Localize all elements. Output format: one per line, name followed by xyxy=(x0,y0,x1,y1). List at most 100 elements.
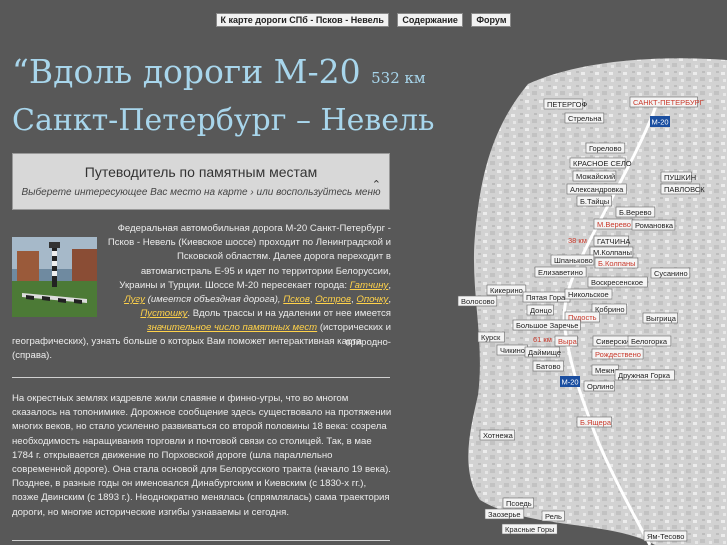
map-place-label: Батово xyxy=(536,362,561,371)
intro-text: Федеральная автомобильная дорога М-20 Са… xyxy=(107,223,391,348)
map-place[interactable]: Воскресенское xyxy=(587,276,648,288)
map-place[interactable]: Заозерье xyxy=(484,508,525,520)
map-place[interactable]: Курск xyxy=(477,331,505,343)
map-place-label: Елизаветино xyxy=(538,268,583,277)
map-place-label: ПАВЛОВСК xyxy=(664,185,705,194)
map-place-label: ГАТЧИНА xyxy=(597,237,630,246)
map-place[interactable]: САНКТ-ПЕТЕРБУРГ xyxy=(629,96,704,108)
title-text: “Вдоль дороги М-20 xyxy=(12,52,361,91)
map-place[interactable]: Выгрица xyxy=(642,312,679,324)
map-place[interactable]: Красные Горы xyxy=(501,523,558,535)
map-place[interactable]: Даймище xyxy=(524,346,561,358)
route-map[interactable]: М-20 М-20 38 км 61 км ПЕТЕРГОФ САНКТ-ПЕТЕ… xyxy=(440,0,727,545)
map-place[interactable]: Выра xyxy=(554,335,578,347)
distance-label: 61 км xyxy=(533,335,552,344)
map-place[interactable]: М.Верево xyxy=(593,218,634,230)
guide-heading: Путеводитель по памятным местам xyxy=(84,164,318,180)
map-place-label: Выра xyxy=(558,337,578,346)
map-place-label: Заозерье xyxy=(488,510,521,519)
map-place-label: Ям-Тесово xyxy=(647,532,684,541)
map-place[interactable]: Можайский xyxy=(572,170,617,182)
map-place[interactable]: Александровка xyxy=(566,183,627,195)
map-place-label: Романовка xyxy=(635,221,674,230)
map-place[interactable]: ГАТЧИНА xyxy=(593,235,630,247)
gatchina-link[interactable]: Гатчину xyxy=(350,280,389,291)
map-place[interactable]: Псоедь xyxy=(502,497,534,509)
map-place-label: Кикерино xyxy=(490,286,523,295)
map-place-label: Б.Ящера xyxy=(580,418,612,427)
map-place-label: Шпаньково xyxy=(554,256,593,265)
map-place[interactable]: Ям-Тесово xyxy=(643,530,688,542)
map-place[interactable]: Кикерино xyxy=(486,284,527,296)
map-place[interactable]: Большое Заречье xyxy=(512,319,581,331)
map-place[interactable]: Пятая Гора xyxy=(522,291,571,303)
pskov-link[interactable]: Псков xyxy=(283,294,310,305)
map-place-label: Никольское xyxy=(568,290,609,299)
map-place-label: САНКТ-ПЕТЕРБУРГ xyxy=(633,98,704,107)
pustoshka-link[interactable]: Пустошку xyxy=(140,308,187,319)
map-place[interactable]: Никольское xyxy=(564,288,613,300)
map-place[interactable]: Батово xyxy=(532,360,564,372)
map-place[interactable]: ПУШКИН xyxy=(660,171,696,183)
map-place[interactable]: Рель xyxy=(541,510,565,522)
map-place[interactable]: Рождествено xyxy=(591,348,644,360)
chevron-up-icon[interactable]: ⌃ xyxy=(372,178,381,191)
places-link[interactable]: значительное число памятных мест xyxy=(147,322,317,333)
map-place[interactable]: Горелово xyxy=(585,142,626,154)
map-place-label: Сусанино xyxy=(654,269,688,278)
map-place[interactable]: ПАВЛОВСК xyxy=(660,183,705,195)
map-place[interactable]: Чикино xyxy=(496,344,528,356)
divider xyxy=(12,377,390,378)
opochka-link[interactable]: Опочку xyxy=(356,294,388,305)
map-place[interactable]: Елизаветино xyxy=(534,266,587,278)
map-place[interactable]: Б.Ящера xyxy=(576,416,613,428)
page-title-line1: “Вдоль дороги М-20 532 км xyxy=(12,52,426,91)
map-place[interactable]: Б.Верево xyxy=(615,206,656,218)
map-place[interactable]: КРАСНОЕ СЕЛО xyxy=(569,157,632,169)
map-place[interactable]: ПЕТЕРГОФ xyxy=(543,98,587,110)
map-place[interactable]: Б.Тайцы xyxy=(576,195,613,207)
map-place-label: Дружная Горка xyxy=(618,371,671,380)
map-place-label: ПУШКИН xyxy=(664,173,696,182)
map-place-label: Рождествено xyxy=(595,350,641,359)
map-place-label: Даймище xyxy=(528,348,561,357)
map-place[interactable]: Белогорка xyxy=(627,335,672,347)
map-place-label: Б.Тайцы xyxy=(580,197,609,206)
map-place[interactable]: Б.Колпаны xyxy=(594,257,639,269)
road-label: М-20 xyxy=(651,118,668,127)
map-place-label: ПЕТЕРГОФ xyxy=(547,100,587,109)
map-place-label: Орлино xyxy=(587,382,614,391)
map-place-label: Б.Верево xyxy=(619,208,652,217)
map-place[interactable]: М.Колпаны xyxy=(589,246,634,258)
map-place-label: Рель xyxy=(545,512,562,521)
map-place-label: Хотнежа xyxy=(483,431,514,440)
map-place[interactable]: Донцо xyxy=(526,304,554,316)
map-place-label: Красные Горы xyxy=(505,525,555,534)
chevron-right-icon: › xyxy=(250,187,254,198)
map-place-label: Псоедь xyxy=(506,499,532,508)
map-place-label: Выгрица xyxy=(646,314,677,323)
map-place-label: Можайский xyxy=(576,172,615,181)
map-place[interactable]: Сусанино xyxy=(650,267,691,279)
map-place[interactable]: Хотнежа xyxy=(479,429,516,441)
map-place[interactable]: Шпаньково xyxy=(550,254,595,266)
distance-label: 38 км xyxy=(568,236,587,245)
map-place[interactable]: Волосово xyxy=(457,295,498,307)
divider xyxy=(12,540,390,541)
map-place[interactable]: Дружная Горка xyxy=(614,369,675,381)
map-place-label: Волосово xyxy=(461,297,495,306)
map-place-label: Чикино xyxy=(500,346,525,355)
road-label: М-20 xyxy=(561,378,578,387)
map-place[interactable]: Романовка xyxy=(631,219,676,231)
map-place[interactable]: Орлино xyxy=(583,380,615,392)
page-title-line2: Санкт-Петербург – Невель xyxy=(12,103,435,138)
map-place[interactable]: Стрельна xyxy=(564,112,605,124)
map-place-label: Стрельна xyxy=(568,114,602,123)
map-link[interactable]: К карте дороги СПб - Псков - Невель xyxy=(215,13,389,27)
map-land xyxy=(468,58,727,545)
map-place-label: Александровка xyxy=(570,185,624,194)
ostrov-link[interactable]: Остров xyxy=(315,294,351,305)
luga-link[interactable]: Лугу xyxy=(124,294,145,305)
guide-sub-tail: или воспользуйтесь меню xyxy=(256,187,381,198)
guide-panel[interactable]: Путеводитель по памятным местам Выберете… xyxy=(12,153,390,210)
